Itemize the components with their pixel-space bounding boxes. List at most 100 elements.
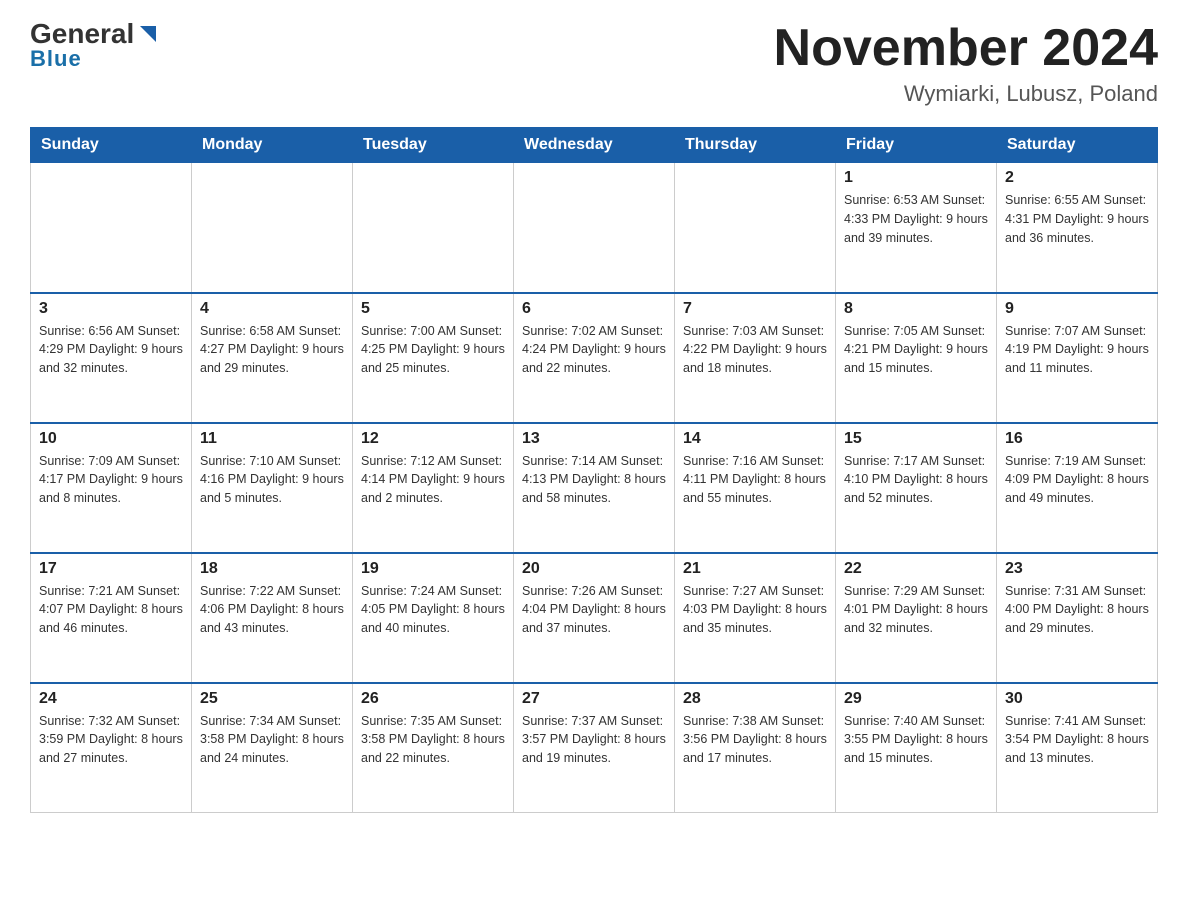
day-info: Sunrise: 7:05 AM Sunset: 4:21 PM Dayligh… [844,322,988,378]
calendar-week-row: 3 Sunrise: 6:56 AM Sunset: 4:29 PM Daylig… [31,293,1158,423]
table-row: 23 Sunrise: 7:31 AM Sunset: 4:00 PM Dayli… [997,553,1158,683]
logo: General Blue [30,20,158,72]
table-row: 10Sunrise: 7:09 AM Sunset: 4:17 PM Dayli… [31,423,192,553]
table-row: 24Sunrise: 7:32 AM Sunset: 3:59 PM Dayli… [31,683,192,813]
day-number: 3 [39,300,183,318]
table-row: 13 Sunrise: 7:14 AM Sunset: 4:13 PM Dayli… [514,423,675,553]
table-row: 25Sunrise: 7:34 AM Sunset: 3:58 PM Dayli… [192,683,353,813]
day-info: Sunrise: 7:02 AM Sunset: 4:24 PM Dayligh… [522,322,666,378]
table-row: 17 Sunrise: 7:21 AM Sunset: 4:07 PM Dayli… [31,553,192,683]
table-row: 27 Sunrise: 7:37 AM Sunset: 3:57 PM Dayli… [514,683,675,813]
day-number: 23 [1005,560,1149,578]
col-monday: Monday [192,128,353,163]
day-info: Sunrise: 7:40 AM Sunset: 3:55 PM Dayligh… [844,712,988,768]
day-number: 5 [361,300,505,318]
day-number: 8 [844,300,988,318]
day-number: 22 [844,560,988,578]
day-number: 21 [683,560,827,578]
calendar-week-row: 1 Sunrise: 6:53 AM Sunset: 4:33 PM Daylig… [31,163,1158,293]
col-friday: Friday [836,128,997,163]
day-info: Sunrise: 7:29 AM Sunset: 4:01 PM Dayligh… [844,582,988,638]
day-info: Sunrise: 7:26 AM Sunset: 4:04 PM Dayligh… [522,582,666,638]
table-row: 5 Sunrise: 7:00 AM Sunset: 4:25 PM Daylig… [353,293,514,423]
day-number: 9 [1005,300,1149,318]
day-info: Sunrise: 7:31 AM Sunset: 4:00 PM Dayligh… [1005,582,1149,638]
col-thursday: Thursday [675,128,836,163]
table-row: 20 Sunrise: 7:26 AM Sunset: 4:04 PM Dayli… [514,553,675,683]
table-row [31,163,192,293]
calendar-week-row: 10Sunrise: 7:09 AM Sunset: 4:17 PM Dayli… [31,423,1158,553]
day-number: 1 [844,169,988,187]
day-info: Sunrise: 7:34 AM Sunset: 3:58 PM Dayligh… [200,712,344,768]
day-info: Sunrise: 7:07 AM Sunset: 4:19 PM Dayligh… [1005,322,1149,378]
day-number: 16 [1005,430,1149,448]
day-info: Sunrise: 7:32 AM Sunset: 3:59 PM Dayligh… [39,712,183,768]
table-row [353,163,514,293]
day-info: Sunrise: 6:55 AM Sunset: 4:31 PM Dayligh… [1005,191,1149,247]
table-row: 12 Sunrise: 7:12 AM Sunset: 4:14 PM Dayli… [353,423,514,553]
day-info: Sunrise: 7:10 AM Sunset: 4:16 PM Dayligh… [200,452,344,508]
day-number: 4 [200,300,344,318]
day-info: Sunrise: 7:27 AM Sunset: 4:03 PM Dayligh… [683,582,827,638]
table-row: 9 Sunrise: 7:07 AM Sunset: 4:19 PM Daylig… [997,293,1158,423]
table-row: 18 Sunrise: 7:22 AM Sunset: 4:06 PM Dayli… [192,553,353,683]
table-row: 3 Sunrise: 6:56 AM Sunset: 4:29 PM Daylig… [31,293,192,423]
table-row: 30Sunrise: 7:41 AM Sunset: 3:54 PM Dayli… [997,683,1158,813]
day-info: Sunrise: 7:03 AM Sunset: 4:22 PM Dayligh… [683,322,827,378]
table-row [192,163,353,293]
col-tuesday: Tuesday [353,128,514,163]
day-number: 20 [522,560,666,578]
day-info: Sunrise: 6:53 AM Sunset: 4:33 PM Dayligh… [844,191,988,247]
col-saturday: Saturday [997,128,1158,163]
day-info: Sunrise: 6:56 AM Sunset: 4:29 PM Dayligh… [39,322,183,378]
day-number: 15 [844,430,988,448]
col-wednesday: Wednesday [514,128,675,163]
day-number: 12 [361,430,505,448]
table-row: 11 Sunrise: 7:10 AM Sunset: 4:16 PM Dayli… [192,423,353,553]
table-row: 29 Sunrise: 7:40 AM Sunset: 3:55 PM Dayli… [836,683,997,813]
day-number: 13 [522,430,666,448]
day-info: Sunrise: 7:19 AM Sunset: 4:09 PM Dayligh… [1005,452,1149,508]
table-row: 2Sunrise: 6:55 AM Sunset: 4:31 PM Daylig… [997,163,1158,293]
table-row: 16 Sunrise: 7:19 AM Sunset: 4:09 PM Dayli… [997,423,1158,553]
day-number: 7 [683,300,827,318]
day-info: Sunrise: 7:38 AM Sunset: 3:56 PM Dayligh… [683,712,827,768]
table-row [675,163,836,293]
day-number: 18 [200,560,344,578]
col-sunday: Sunday [31,128,192,163]
day-info: Sunrise: 7:24 AM Sunset: 4:05 PM Dayligh… [361,582,505,638]
calendar-subtitle: Wymiarki, Lubusz, Poland [774,81,1158,107]
day-number: 10 [39,430,183,448]
day-info: Sunrise: 7:22 AM Sunset: 4:06 PM Dayligh… [200,582,344,638]
logo-general: General [30,20,134,48]
day-number: 11 [200,430,344,448]
table-row: 14 Sunrise: 7:16 AM Sunset: 4:11 PM Dayli… [675,423,836,553]
calendar-title: November 2024 [774,20,1158,77]
day-number: 29 [844,690,988,708]
table-row: 22 Sunrise: 7:29 AM Sunset: 4:01 PM Dayli… [836,553,997,683]
table-row: 7 Sunrise: 7:03 AM Sunset: 4:22 PM Daylig… [675,293,836,423]
day-info: Sunrise: 6:58 AM Sunset: 4:27 PM Dayligh… [200,322,344,378]
day-info: Sunrise: 7:00 AM Sunset: 4:25 PM Dayligh… [361,322,505,378]
day-info: Sunrise: 7:14 AM Sunset: 4:13 PM Dayligh… [522,452,666,508]
logo-icon [136,22,158,44]
day-info: Sunrise: 7:35 AM Sunset: 3:58 PM Dayligh… [361,712,505,768]
day-number: 17 [39,560,183,578]
calendar-table: Sunday Monday Tuesday Wednesday Thursday… [30,127,1158,813]
day-number: 19 [361,560,505,578]
table-row: 1 Sunrise: 6:53 AM Sunset: 4:33 PM Daylig… [836,163,997,293]
day-info: Sunrise: 7:12 AM Sunset: 4:14 PM Dayligh… [361,452,505,508]
title-block: November 2024 Wymiarki, Lubusz, Poland [774,20,1158,107]
day-number: 28 [683,690,827,708]
table-row: 4 Sunrise: 6:58 AM Sunset: 4:27 PM Daylig… [192,293,353,423]
calendar-header-row: Sunday Monday Tuesday Wednesday Thursday… [31,128,1158,163]
table-row: 19 Sunrise: 7:24 AM Sunset: 4:05 PM Dayli… [353,553,514,683]
day-info: Sunrise: 7:16 AM Sunset: 4:11 PM Dayligh… [683,452,827,508]
table-row: 8 Sunrise: 7:05 AM Sunset: 4:21 PM Daylig… [836,293,997,423]
day-number: 27 [522,690,666,708]
day-info: Sunrise: 7:21 AM Sunset: 4:07 PM Dayligh… [39,582,183,638]
day-number: 14 [683,430,827,448]
table-row: 15Sunrise: 7:17 AM Sunset: 4:10 PM Dayli… [836,423,997,553]
calendar-week-row: 17 Sunrise: 7:21 AM Sunset: 4:07 PM Dayli… [31,553,1158,683]
day-info: Sunrise: 7:37 AM Sunset: 3:57 PM Dayligh… [522,712,666,768]
